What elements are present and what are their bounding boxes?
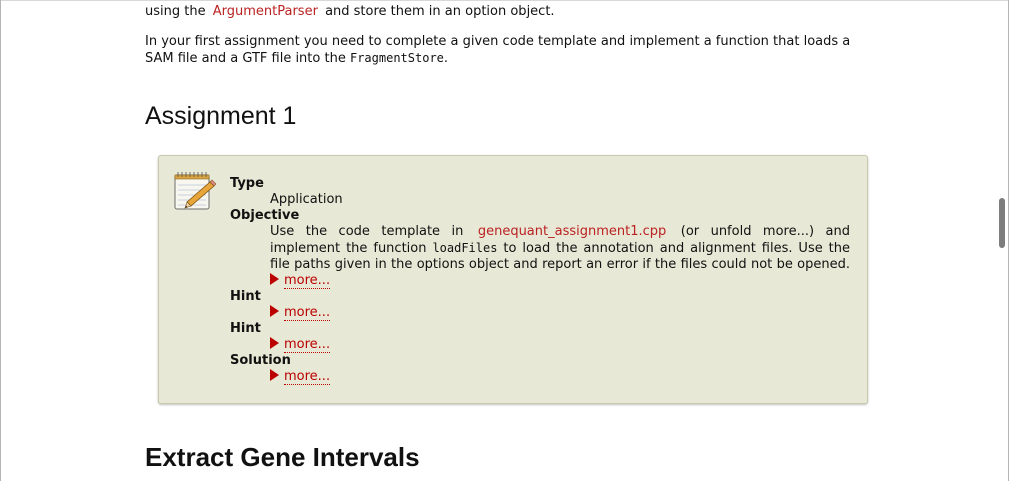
load-files-code: loadFiles bbox=[432, 241, 498, 255]
objective-label: Objective bbox=[230, 208, 300, 223]
assignment-details: Type Application Objective Use the code … bbox=[230, 176, 850, 385]
hint-label: Hint bbox=[230, 289, 261, 304]
triangle-right-icon[interactable] bbox=[270, 273, 279, 285]
window-frame-top bbox=[0, 0, 1009, 1]
notepad-pencil-icon bbox=[174, 172, 216, 210]
intro-text-end: . bbox=[443, 51, 449, 66]
hint-1-more-link[interactable]: more... bbox=[284, 305, 331, 321]
assignment-heading: Assignment 1 bbox=[145, 102, 297, 130]
assignment-box: Type Application Objective Use the code … bbox=[158, 155, 868, 404]
solution-more-link[interactable]: more... bbox=[284, 369, 331, 385]
section-heading: Extract Gene Intervals bbox=[145, 442, 420, 472]
objective-more-link[interactable]: more... bbox=[284, 273, 331, 289]
fragment-store-code: FragmentStore bbox=[349, 51, 444, 65]
hint-toggle: more... bbox=[230, 305, 850, 321]
intro-paragraph-2: In your first assignment you need to com… bbox=[145, 34, 870, 67]
intro-text: In your first assignment you need to com… bbox=[145, 34, 851, 66]
hint-label: Hint bbox=[230, 321, 261, 336]
intro-paragraph-1: using the ArgumentParser and store them … bbox=[145, 4, 870, 20]
triangle-right-icon[interactable] bbox=[270, 305, 279, 317]
solution-toggle: more... bbox=[230, 369, 850, 385]
hint-2-more-link[interactable]: more... bbox=[284, 337, 331, 353]
code-template-link[interactable]: genequant_assignment1.cpp bbox=[475, 224, 669, 239]
argument-parser-link[interactable]: ArgumentParser bbox=[210, 4, 321, 19]
objective-text-part: Use the code template in bbox=[270, 224, 464, 239]
type-value: Application bbox=[270, 192, 343, 207]
intro-text: and store them in an option object. bbox=[325, 4, 555, 19]
tutorial-page: using the ArgumentParser and store them … bbox=[0, 0, 1009, 481]
objective-text: Use the code template in genequant_assig… bbox=[230, 224, 850, 289]
intro-text: using the bbox=[145, 4, 206, 19]
triangle-right-icon[interactable] bbox=[270, 337, 279, 349]
type-label: Type bbox=[230, 176, 264, 191]
triangle-right-icon[interactable] bbox=[270, 369, 279, 381]
solution-label: Solution bbox=[230, 353, 291, 368]
window-frame-left bbox=[0, 0, 1, 481]
vertical-scrollbar-thumb[interactable] bbox=[999, 198, 1005, 248]
hint-toggle: more... bbox=[230, 337, 850, 353]
